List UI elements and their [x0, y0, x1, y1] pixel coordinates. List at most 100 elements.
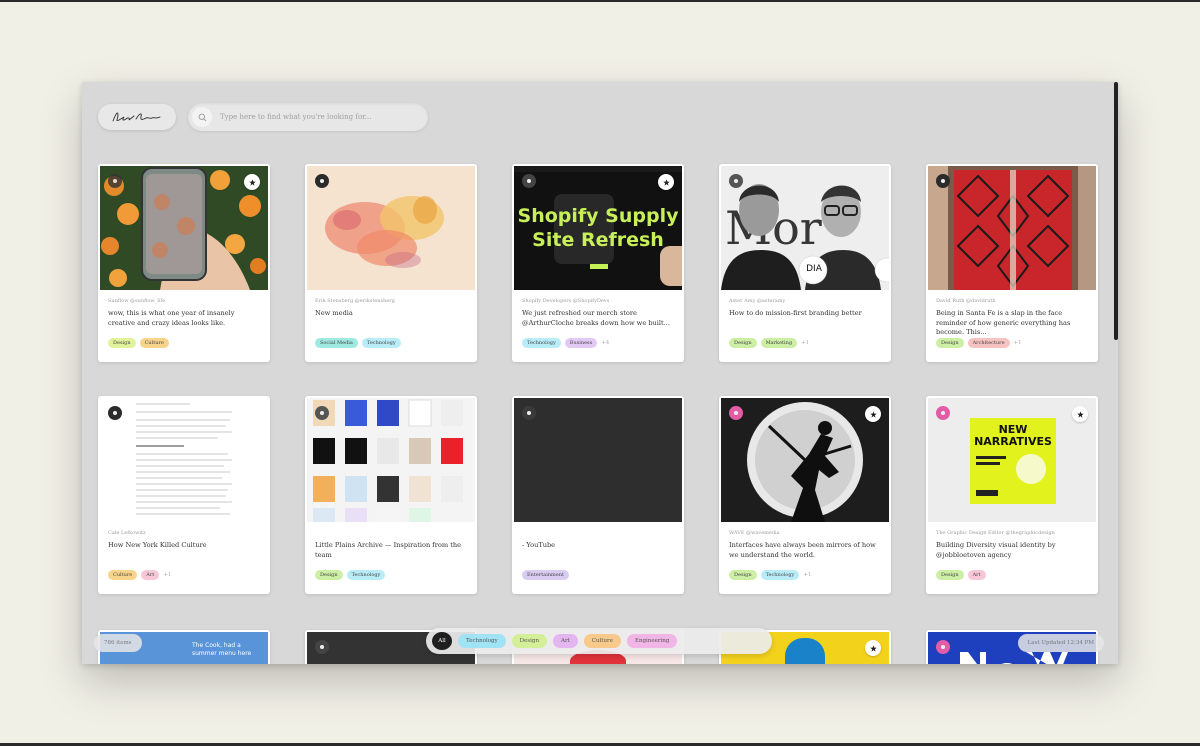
tag-chip[interactable]: Design: [936, 570, 964, 580]
card-thumbnail: [721, 398, 889, 522]
tag-chip[interactable]: Technology: [361, 338, 401, 348]
card-author: The Graphic Design Editor @thegraphicdes…: [936, 530, 1055, 536]
filter-culture[interactable]: Culture: [583, 634, 621, 648]
tag-chip[interactable]: Marketing: [760, 338, 798, 348]
tag-chip[interactable]: Design: [108, 338, 136, 348]
tag-chip[interactable]: Social Media: [315, 338, 358, 348]
thumbnail-subheadline: Site Refresh: [532, 229, 664, 251]
favorite-icon[interactable]: [865, 640, 881, 656]
filter-technology[interactable]: Technology: [458, 634, 506, 648]
card-3[interactable]: Shopify Supply Site Refresh Shopify Deve…: [512, 164, 684, 362]
more-tags-count[interactable]: +1: [1014, 340, 1022, 346]
card-thumbnail: [307, 398, 475, 522]
book-cover-title-line2: NARRATIVES: [974, 435, 1052, 448]
last-updated: Last Updated 12:34 PM: [1017, 634, 1104, 652]
tag-chip[interactable]: Technology: [346, 570, 386, 580]
scrollbar[interactable]: [1114, 82, 1118, 340]
card-4[interactable]: Mor DIA Aster Amy @asteramy How to do mi…: [719, 164, 891, 362]
card-thumbnail: [928, 166, 1096, 290]
card-thumbnail: [514, 398, 682, 522]
card-author: Erik Stensberg @erikstensberg: [315, 298, 395, 304]
card-title: Little Plains Archive — Inspiration from…: [315, 541, 462, 559]
archive-grid-image: [307, 398, 475, 522]
tag-chip[interactable]: Entertainment: [522, 570, 569, 580]
card-title: New media: [315, 309, 353, 317]
more-tags-count[interactable]: +1: [801, 340, 809, 346]
card-tags: Design Architecture +1: [936, 338, 1022, 348]
card-6[interactable]: Cale Lefkowitz How New York Killed Cultu…: [98, 396, 270, 594]
card-author: Shopify Developers @ShopifyDevs: [522, 298, 610, 304]
tag-chip[interactable]: Design: [936, 338, 964, 348]
filter-all[interactable]: All: [432, 632, 452, 650]
source-icon: [522, 406, 536, 420]
tag-chip[interactable]: Architecture: [967, 338, 1010, 348]
filter-art[interactable]: Art: [552, 634, 578, 648]
more-tags-count[interactable]: +1: [803, 572, 811, 578]
card-thumbnail: Mor DIA: [721, 166, 889, 290]
app-window: Sunflow @sunflow_life wow, this is what …: [82, 82, 1118, 664]
article-document-image: [100, 398, 268, 522]
tag-chip[interactable]: Culture: [108, 570, 138, 580]
card-tags: Design Technology +1: [729, 570, 811, 580]
card-author: Sunflow @sunflow_life: [108, 298, 166, 304]
card-9[interactable]: WAVE @wavemedia Interfaces have always b…: [719, 396, 891, 594]
search-bar[interactable]: [188, 103, 428, 131]
card-tags: Entertainment: [522, 570, 569, 580]
tag-chip[interactable]: Art: [141, 570, 160, 580]
card-title: How New York Killed Culture: [108, 541, 207, 549]
card-author: WAVE @wavemedia: [729, 530, 780, 536]
tag-chip[interactable]: Technology: [760, 570, 800, 580]
search-input[interactable]: [218, 112, 428, 122]
source-icon: [936, 174, 950, 188]
card-author: David Ruth @davidruth: [936, 298, 996, 304]
tag-chip[interactable]: Business: [564, 338, 598, 348]
card-thumbnail: Shopify Supply Site Refresh: [514, 166, 682, 290]
card-tags: Design Art: [936, 570, 986, 580]
favorite-icon[interactable]: [658, 174, 674, 190]
card-10[interactable]: NEW NARRATIVES The Graphic Design Editor…: [926, 396, 1098, 594]
tag-chip[interactable]: Culture: [139, 338, 169, 348]
card-title: We just refreshed our merch store @Arthu…: [522, 309, 670, 327]
source-icon: [108, 406, 122, 420]
card-5[interactable]: David Ruth @davidruth Being in Santa Fe …: [926, 164, 1098, 362]
card-thumbnail: NEW NARRATIVES: [928, 398, 1096, 522]
card-tags: Design Marketing +1: [729, 338, 809, 348]
card-1[interactable]: Sunflow @sunflow_life wow, this is what …: [98, 164, 270, 362]
favorite-icon[interactable]: [865, 406, 881, 422]
favorite-icon[interactable]: [1072, 406, 1088, 422]
card-title: wow, this is what one year of insanely c…: [108, 309, 235, 327]
card-thumbnail: [100, 398, 268, 522]
card-2[interactable]: Erik Stensberg @erikstensberg New media …: [305, 164, 477, 362]
more-tags-count[interactable]: +1: [163, 572, 171, 578]
thumbnail-headline: Shopify Supply: [517, 205, 679, 227]
card-thumbnail: [100, 166, 268, 290]
source-icon: [936, 406, 950, 420]
card-thumbnail: [307, 166, 475, 290]
card-8[interactable]: - YouTube Entertainment: [512, 396, 684, 594]
tag-chip[interactable]: Design: [729, 570, 757, 580]
card-title: Interfaces have always been mirrors of h…: [729, 541, 876, 559]
search-icon: [192, 107, 212, 127]
tag-chip[interactable]: Technology: [522, 338, 561, 348]
card-tags: Technology Business +4: [522, 338, 609, 348]
filter-design[interactable]: Design: [511, 634, 547, 648]
source-icon: [108, 174, 122, 188]
clock-silhouette-image: [721, 398, 889, 522]
card-tags: Culture Art +1: [108, 570, 171, 580]
card-title: How to do mission-first branding better: [729, 309, 862, 317]
tag-chip[interactable]: Design: [729, 338, 757, 348]
signature-logo-icon: [112, 112, 161, 122]
tag-chip[interactable]: Design: [315, 570, 343, 580]
card-title: Being in Santa Fe is a slap in the face …: [936, 309, 1071, 336]
tag-chip[interactable]: Art: [967, 570, 986, 580]
card-author: Aster Amy @asteramy: [729, 298, 786, 304]
category-filter-bar: All Technology Design Art Culture Engine…: [426, 628, 772, 654]
logo-button[interactable]: [98, 104, 176, 130]
screen-top-edge: [0, 0, 1200, 2]
card-7[interactable]: Little Plains Archive — Inspiration from…: [305, 396, 477, 594]
flowers-phone-image: [100, 166, 268, 290]
more-tags-count[interactable]: +4: [601, 340, 609, 346]
favorite-icon[interactable]: [244, 174, 260, 190]
card-title: - YouTube: [522, 541, 556, 549]
filter-engineering[interactable]: Engineering: [626, 634, 678, 648]
